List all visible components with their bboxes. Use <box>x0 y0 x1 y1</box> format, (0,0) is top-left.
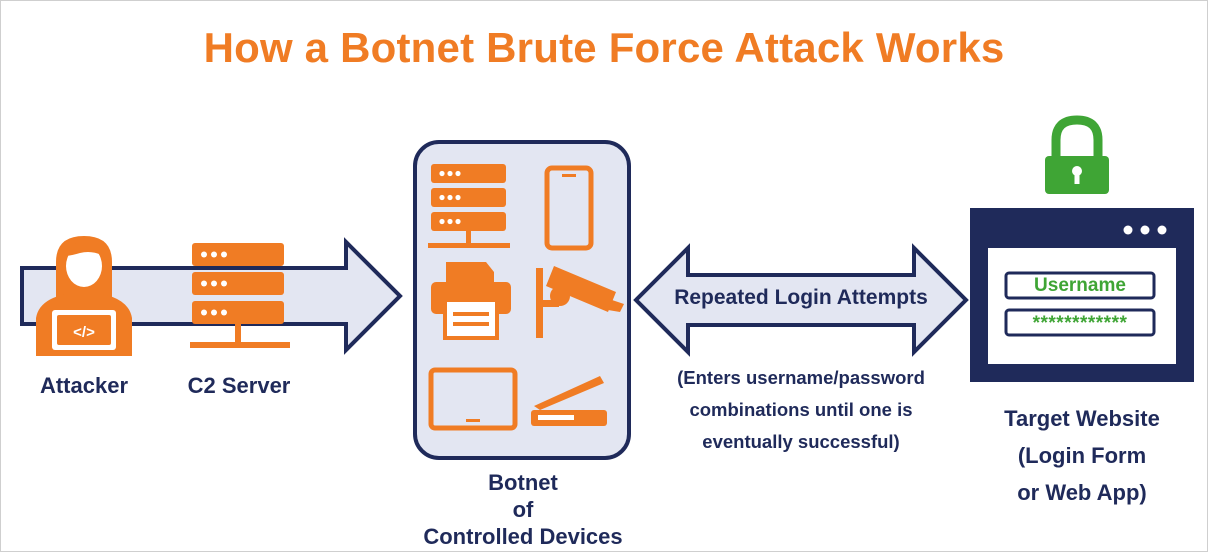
diagram-canvas: How a Botnet Brute Force Attack Works </… <box>0 0 1208 552</box>
botnet-label: Botnet of Controlled Devices <box>392 464 654 555</box>
attacker-label: Attacker <box>39 373 129 398</box>
note-line2: combinations until one is <box>689 399 913 420</box>
botnet-label-line3: Controlled Devices <box>423 524 623 549</box>
password-field: ************ <box>1032 313 1128 334</box>
attempts-note: (Enters username/password combinations u… <box>626 362 976 458</box>
target-label-line2: (Login Form <box>1017 443 1147 468</box>
padlock-icon <box>1045 115 1109 194</box>
c2-server-label: C2 Server <box>187 373 291 398</box>
note-line1: (Enters username/password <box>677 367 925 388</box>
arrow-label: Repeated Login Attempts <box>674 286 928 309</box>
note-line3: eventually successful) <box>702 431 900 452</box>
target-label-line1: Target Website <box>1004 406 1160 431</box>
username-field: Username <box>1034 275 1126 296</box>
target-label-line3: or Web App) <box>1017 480 1147 505</box>
svg-text:</>: </> <box>73 324 95 341</box>
target-website-label: Target Website (Login Form or Web App) <box>962 400 1202 511</box>
